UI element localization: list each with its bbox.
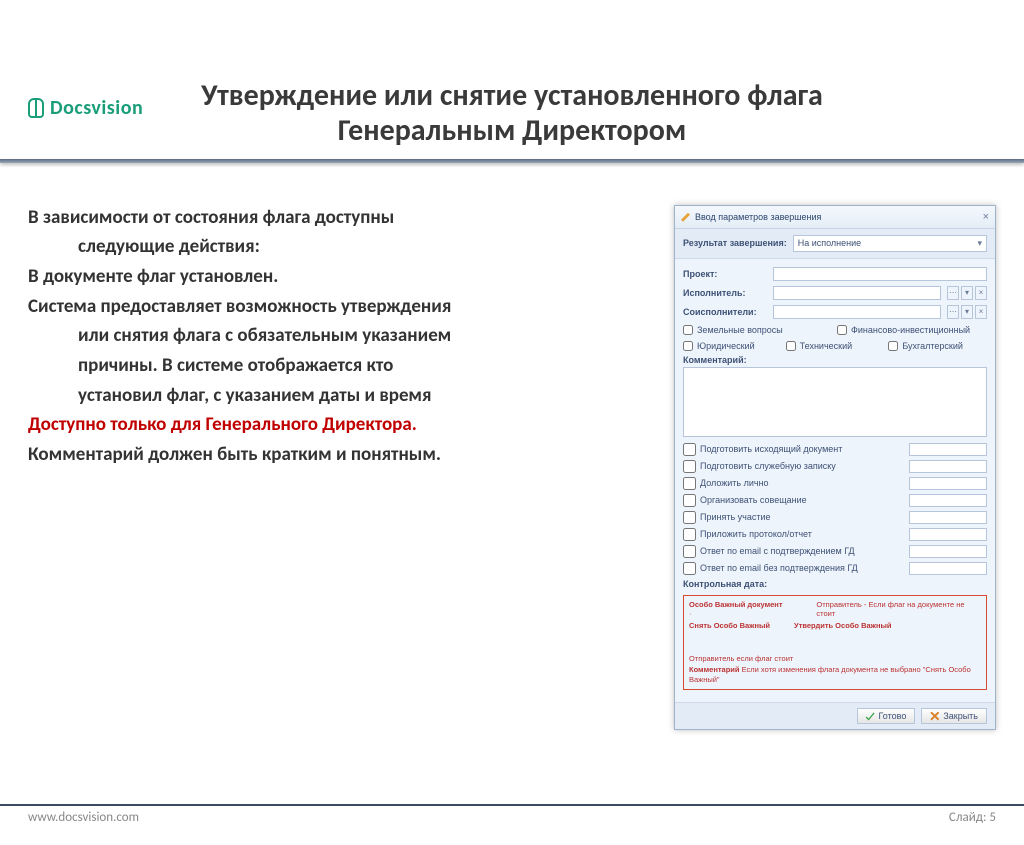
label-executor: Исполнитель: <box>683 288 767 298</box>
task-0: Подготовить исходящий документ <box>683 443 987 456</box>
brand-logo: Docsvision <box>28 96 143 120</box>
p3d: установил флаг, с указанием даты и время <box>28 383 654 409</box>
input-coexecutors[interactable] <box>773 305 941 319</box>
chevron-down-icon[interactable]: ▾ <box>961 305 973 319</box>
task-6: Ответ по email с подтверждением ГД <box>683 545 987 558</box>
p3b: или снятия флага с обязательным указание… <box>28 323 654 349</box>
close-button[interactable]: Закрыть <box>921 708 987 724</box>
task-input[interactable] <box>909 494 987 507</box>
task-4: Принять участие <box>683 511 987 524</box>
result-strip: Результат завершения: На исполнение ▾ <box>675 229 995 259</box>
completion-params-dialog: Ввод параметров завершения × Результат з… <box>674 205 996 730</box>
clear-icon[interactable]: × <box>975 286 987 300</box>
dialog-titlebar: Ввод параметров завершения × <box>675 206 995 229</box>
topic-checks-row1: Земельные вопросы Финансово-инвестиционн… <box>683 325 987 335</box>
dialog-footer: Готово Закрыть <box>675 702 995 729</box>
content-area: В зависимости от состояния флага доступн… <box>0 163 1024 730</box>
rb-l1a: Особо Важный документ <box>689 600 783 609</box>
chevron-down-icon: ▾ <box>977 238 982 249</box>
chk-account[interactable]: Бухгалтерский <box>888 341 987 351</box>
x-icon <box>930 712 939 721</box>
brand-name: Docsvision <box>50 96 143 120</box>
p5: Комментарий должен быть кратким и понятн… <box>28 442 654 468</box>
topic-checks-row2: Юридический Технический Бухгалтерский <box>683 341 987 351</box>
rb-l2a: Снять Особо Важный <box>689 621 770 630</box>
result-label: Результат завершения: <box>683 238 787 248</box>
slide-title: Утверждение или снятие установленного фл… <box>0 78 1024 149</box>
control-date-label: Контрольная дата: <box>683 579 987 589</box>
p4-red: Доступно только для Генерального Директо… <box>28 412 654 438</box>
clear-icon[interactable]: × <box>975 305 987 319</box>
chk-tech[interactable]: Технический <box>786 341 885 351</box>
task-input[interactable] <box>909 477 987 490</box>
footer-slide: Слайд: 5 <box>949 810 996 825</box>
dialog-body: Проект: Исполнитель: ⋯ ▾ × Соисполнители… <box>675 259 995 702</box>
task-5: Приложить протокол/отчет <box>683 528 987 541</box>
dialog-title-text: Ввод параметров завершения <box>695 212 821 222</box>
task-2: Доложить лично <box>683 477 987 490</box>
comment-textarea[interactable] <box>683 367 987 437</box>
footer-url: www.docsvision.com <box>28 810 139 825</box>
check-icon <box>866 712 875 721</box>
lookup-icon[interactable]: ⋯ <box>947 305 959 319</box>
p3c: причины. В системе отображается кто <box>28 353 654 379</box>
task-input[interactable] <box>909 460 987 473</box>
slide-footer: www.docsvision.com Слайд: 5 <box>0 804 1024 825</box>
result-dropdown[interactable]: На исполнение ▾ <box>793 235 987 252</box>
task-input[interactable] <box>909 443 987 456</box>
input-project[interactable] <box>773 267 987 281</box>
rb-l2b: Утвердить Особо Важный <box>794 621 892 630</box>
row-project: Проект: <box>683 267 987 281</box>
chevron-down-icon[interactable]: ▾ <box>961 286 973 300</box>
lookup-icon[interactable]: ⋯ <box>947 286 959 300</box>
title-line1: Утверждение или снятие установленного фл… <box>201 77 823 114</box>
row-coexecutors: Соисполнители: ⋯ ▾ × <box>683 305 987 319</box>
rb-l3lab: Комментарий <box>689 665 740 674</box>
label-coexecutors: Соисполнители: <box>683 307 767 317</box>
dialog-title: Ввод параметров завершения <box>681 212 821 222</box>
close-icon[interactable]: × <box>983 211 989 223</box>
input-executor[interactable] <box>773 286 941 300</box>
task-input[interactable] <box>909 528 987 541</box>
rb-l1b: Отправитель - Если флаг на документе не … <box>816 600 981 619</box>
pencil-icon <box>681 212 691 222</box>
row-executor: Исполнитель: ⋯ ▾ × <box>683 286 987 300</box>
task-3: Организовать совещание <box>683 494 987 507</box>
p1a: В зависимости от состояния флага доступн… <box>28 205 654 231</box>
task-input[interactable] <box>909 511 987 524</box>
comment-label: Комментарий: <box>683 355 987 365</box>
task-1: Подготовить служебную записку <box>683 460 987 473</box>
chk-legal[interactable]: Юридический <box>683 341 782 351</box>
paperclip-icon <box>28 98 44 118</box>
label-project: Проект: <box>683 269 767 279</box>
body-text: В зависимости от состояния флага доступн… <box>28 205 654 472</box>
ok-button[interactable]: Готово <box>857 708 916 724</box>
task-7: Ответ по email без подтверждения ГД <box>683 562 987 575</box>
p3a: Система предоставляет возможность утверж… <box>28 294 654 320</box>
rb-l2c: Отправитель если флаг стоит <box>689 654 793 663</box>
chk-finance[interactable]: Финансово-инвестиционный <box>837 325 987 335</box>
director-flag-box: Особо Важный документ Отправитель - Если… <box>683 595 987 690</box>
task-input[interactable] <box>909 562 987 575</box>
p2: В документе флаг установлен. <box>28 264 654 290</box>
task-input[interactable] <box>909 545 987 558</box>
title-line2: Генеральным Директором <box>338 112 687 149</box>
p1b: следующие действия: <box>28 234 654 260</box>
result-value: На исполнение <box>798 238 861 249</box>
chk-land[interactable]: Земельные вопросы <box>683 325 833 335</box>
